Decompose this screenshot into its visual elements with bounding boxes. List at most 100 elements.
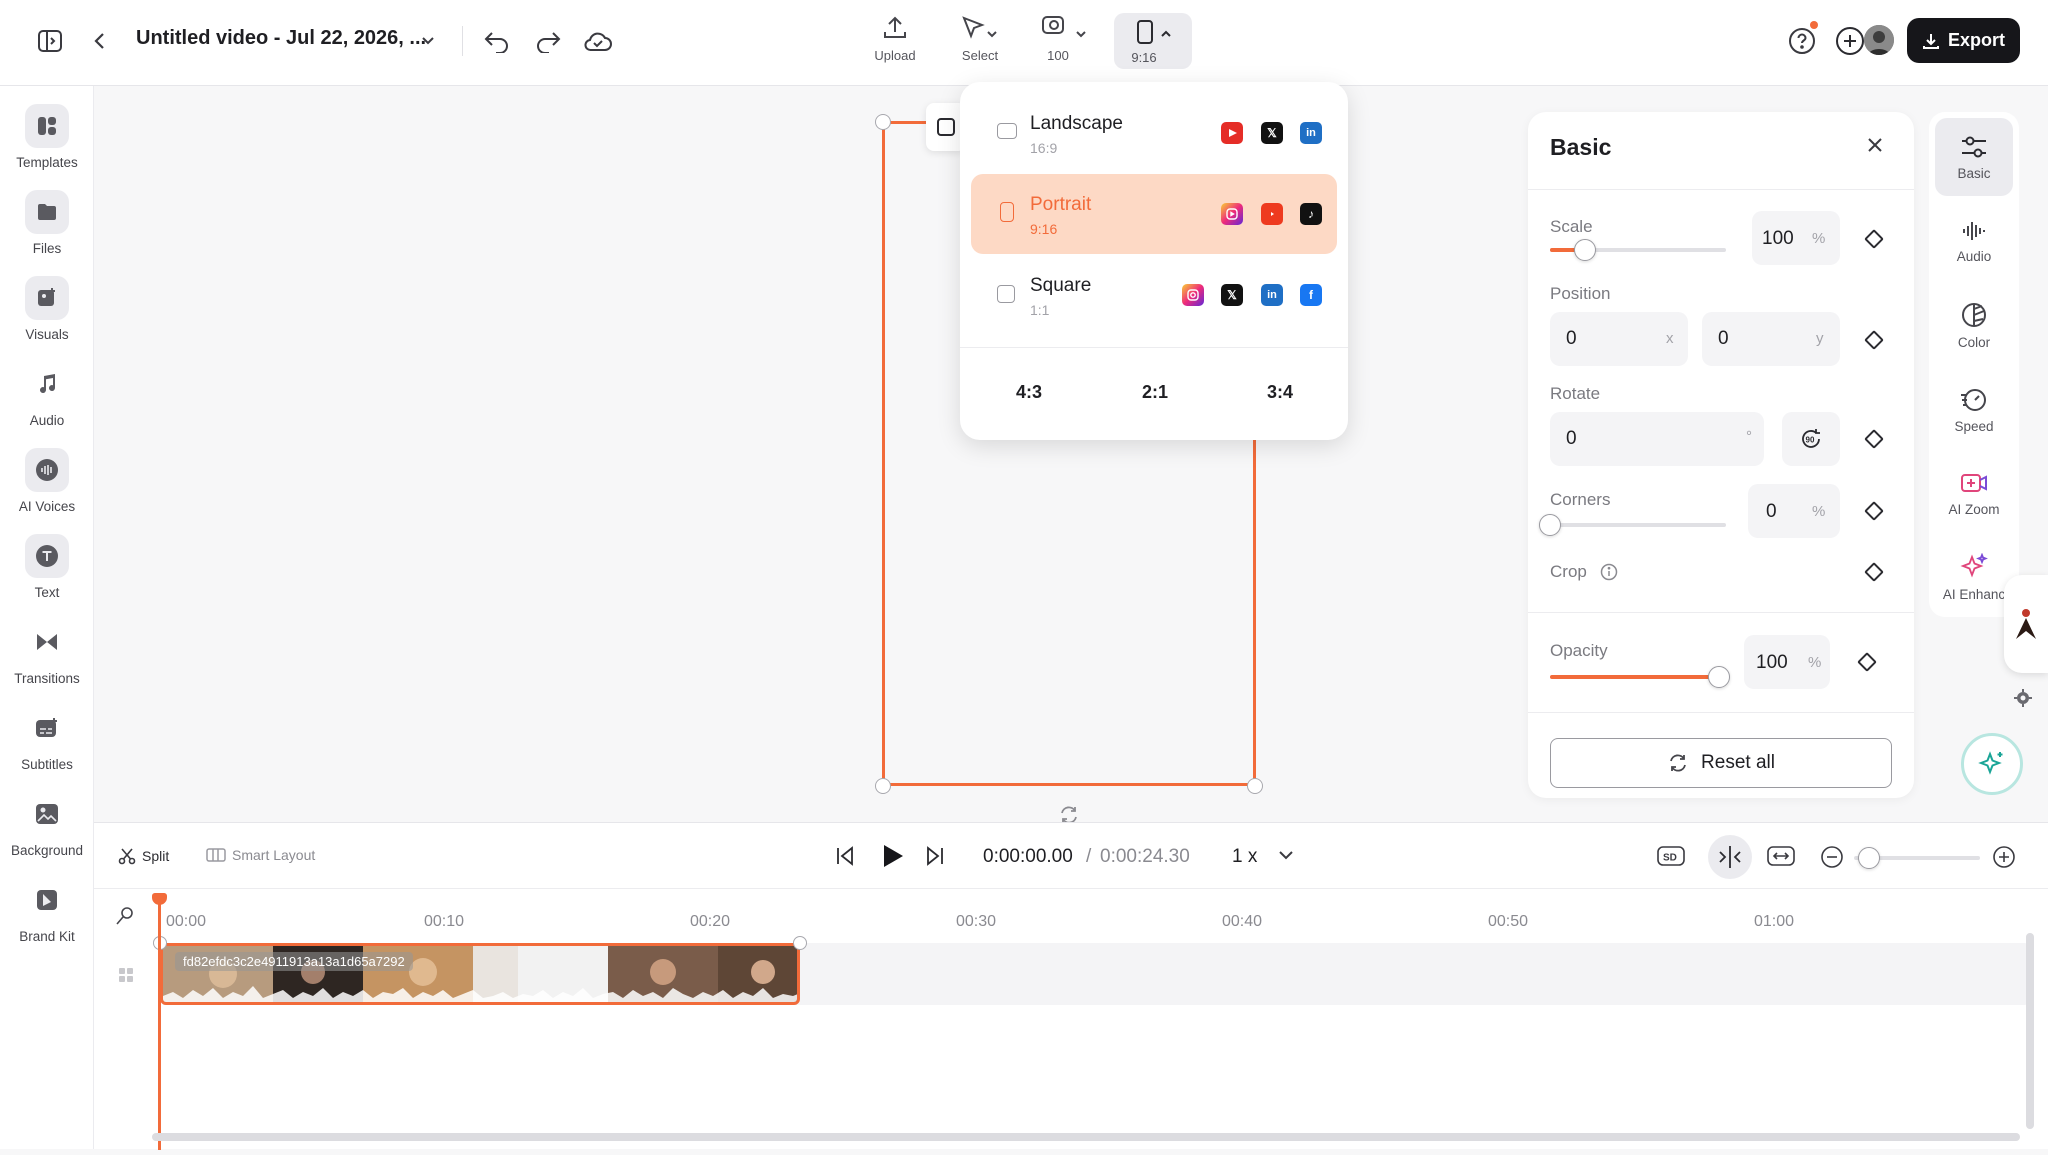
select-button[interactable]: Select [950, 14, 1010, 70]
option-ratio: 9:16 [1030, 221, 1058, 237]
crop-frame-icon [937, 118, 955, 136]
rail-item-speed[interactable]: Speed [1935, 370, 2013, 448]
fit-timeline-icon[interactable] [1766, 843, 1796, 869]
video-clip[interactable]: fd82efdc3c2e4911913a13a1d65a7292 [160, 943, 800, 1005]
aspect-ratio-button[interactable]: 9:16 [1114, 13, 1192, 69]
ratio-4-3-button[interactable]: 4:3 [1016, 382, 1042, 403]
sidebar-item-brand-kit[interactable]: Brand Kit [0, 878, 94, 958]
instagram-reels-icon [1221, 203, 1243, 225]
speed-icon [1961, 388, 1986, 411]
clip-trim-handle-right[interactable] [793, 936, 807, 950]
next-frame-icon[interactable] [922, 843, 948, 869]
rotate-90-button[interactable]: 90 [1782, 412, 1840, 466]
undo-icon[interactable] [477, 21, 517, 61]
timeline-toolbar: Split Smart Layout 0:00:00.00 / 0:00:24.… [94, 823, 2048, 889]
quality-sd-icon[interactable]: SD [1656, 843, 1686, 869]
facebook-icon: f [1300, 284, 1322, 306]
resize-handle[interactable] [875, 778, 891, 794]
aspect-option-landscape[interactable]: Landscape 16:9 𝕏 in [971, 93, 1337, 173]
corners-slider-track[interactable] [1550, 523, 1726, 527]
crop-keyframe-icon[interactable] [1864, 562, 1884, 582]
rail-item-ai-enhance[interactable]: AI Enhanc [1935, 538, 2013, 616]
sidebar-item-files[interactable]: Files [0, 190, 94, 270]
horizontal-scrollbar[interactable] [152, 1133, 2020, 1141]
sidebar-item-audio[interactable]: Audio [0, 362, 94, 442]
resize-handle[interactable] [1247, 778, 1263, 794]
scale-unit: % [1812, 230, 1826, 247]
corners-input[interactable] [1748, 484, 1840, 538]
sidebar-item-label: Text [34, 585, 60, 600]
position-x-unit: x [1666, 330, 1674, 347]
avatar[interactable] [1864, 25, 1894, 55]
chevron-down-icon[interactable] [1276, 845, 1296, 865]
scale-slider-thumb[interactable] [1574, 239, 1596, 261]
timeline-zoom-thumb[interactable] [1858, 847, 1880, 869]
corners-keyframe-icon[interactable] [1864, 501, 1884, 521]
aspect-option-portrait[interactable]: Portrait 9:16 ♪ [971, 174, 1337, 254]
back-icon[interactable] [80, 21, 120, 61]
split-button[interactable]: Split [118, 847, 169, 865]
position-keyframe-icon[interactable] [1864, 330, 1884, 350]
upload-button[interactable]: Upload [871, 14, 919, 70]
play-icon[interactable] [878, 842, 906, 870]
export-button[interactable]: Export [1907, 18, 2020, 63]
zoom-out-icon[interactable] [1820, 845, 1844, 869]
settings-gear-icon[interactable] [2014, 689, 2032, 707]
playback-speed[interactable]: 1 x [1232, 846, 1257, 868]
opacity-label: Opacity [1550, 641, 1608, 660]
playhead[interactable] [158, 897, 161, 1150]
magnet-icon[interactable] [114, 905, 136, 927]
rail-item-color[interactable]: Color [1935, 286, 2013, 364]
landscape-icon [997, 123, 1017, 139]
ai-sparkle-icon [1978, 751, 2003, 775]
zoom-in-icon[interactable] [1992, 845, 2016, 869]
rail-item-audio[interactable]: Audio [1935, 202, 2013, 280]
sidebar-item-label: Subtitles [21, 757, 73, 772]
sidebar-item-templates[interactable]: Templates [0, 104, 94, 184]
previous-frame-icon[interactable] [832, 843, 858, 869]
ratio-3-4-button[interactable]: 3:4 [1267, 382, 1293, 403]
scale-keyframe-icon[interactable] [1864, 229, 1884, 249]
rail-item-ai-zoom[interactable]: AI Zoom [1935, 454, 2013, 532]
top-bar: Untitled video - Jul 22, 2026, ... Uploa… [0, 0, 2048, 86]
rail-item-basic[interactable]: Basic [1935, 118, 2013, 196]
reset-all-button[interactable]: Reset all [1550, 738, 1892, 788]
corners-slider-thumb[interactable] [1539, 514, 1561, 536]
vertical-scrollbar[interactable] [2026, 933, 2034, 1129]
add-collaborator-icon[interactable] [1834, 21, 1866, 61]
redo-icon[interactable] [528, 21, 568, 61]
sidebar-item-ai-voices[interactable]: AI Voices [0, 448, 94, 528]
project-title[interactable]: Untitled video - Jul 22, 2026, ... [136, 27, 426, 50]
resize-handle[interactable] [875, 114, 891, 130]
sidebar-item-label: Transitions [14, 671, 80, 686]
sidebar-item-background[interactable]: Background [0, 792, 94, 872]
zoom-button[interactable]: 100 [1040, 14, 1096, 70]
track-layers-icon[interactable] [118, 967, 134, 983]
toggle-sidebar-icon[interactable] [30, 21, 70, 61]
rotate-input[interactable] [1550, 412, 1764, 466]
select-label: Select [961, 48, 999, 63]
ai-assistant-button[interactable] [1961, 733, 2023, 795]
snap-button[interactable] [1708, 835, 1752, 879]
opacity-keyframe-icon[interactable] [1857, 652, 1877, 672]
transitions-icon [25, 620, 69, 664]
sidebar-item-subtitles[interactable]: Subtitles [0, 706, 94, 786]
extension-tab[interactable] [2004, 575, 2048, 673]
text-icon [25, 534, 69, 578]
opacity-slider-fill[interactable] [1550, 675, 1720, 679]
smart-layout-button[interactable]: Smart Layout [206, 847, 315, 863]
info-icon[interactable] [1600, 563, 1618, 581]
ruler-tick-label: 00:20 [690, 913, 731, 930]
chevron-down-icon[interactable] [408, 21, 448, 61]
cloud-saved-icon[interactable] [578, 21, 618, 61]
sidebar-item-visuals[interactable]: Visuals [0, 276, 94, 356]
ratio-2-1-button[interactable]: 2:1 [1142, 382, 1168, 403]
playhead-handle[interactable] [152, 893, 167, 905]
option-name: Square [1030, 275, 1092, 296]
rotate-keyframe-icon[interactable] [1864, 429, 1884, 449]
sidebar-item-text[interactable]: Text [0, 534, 94, 614]
opacity-slider-thumb[interactable] [1708, 666, 1730, 688]
aspect-option-square[interactable]: Square 1:1 𝕏 in f [971, 255, 1337, 335]
sidebar-item-transitions[interactable]: Transitions [0, 620, 94, 700]
close-icon[interactable] [1864, 134, 1886, 156]
